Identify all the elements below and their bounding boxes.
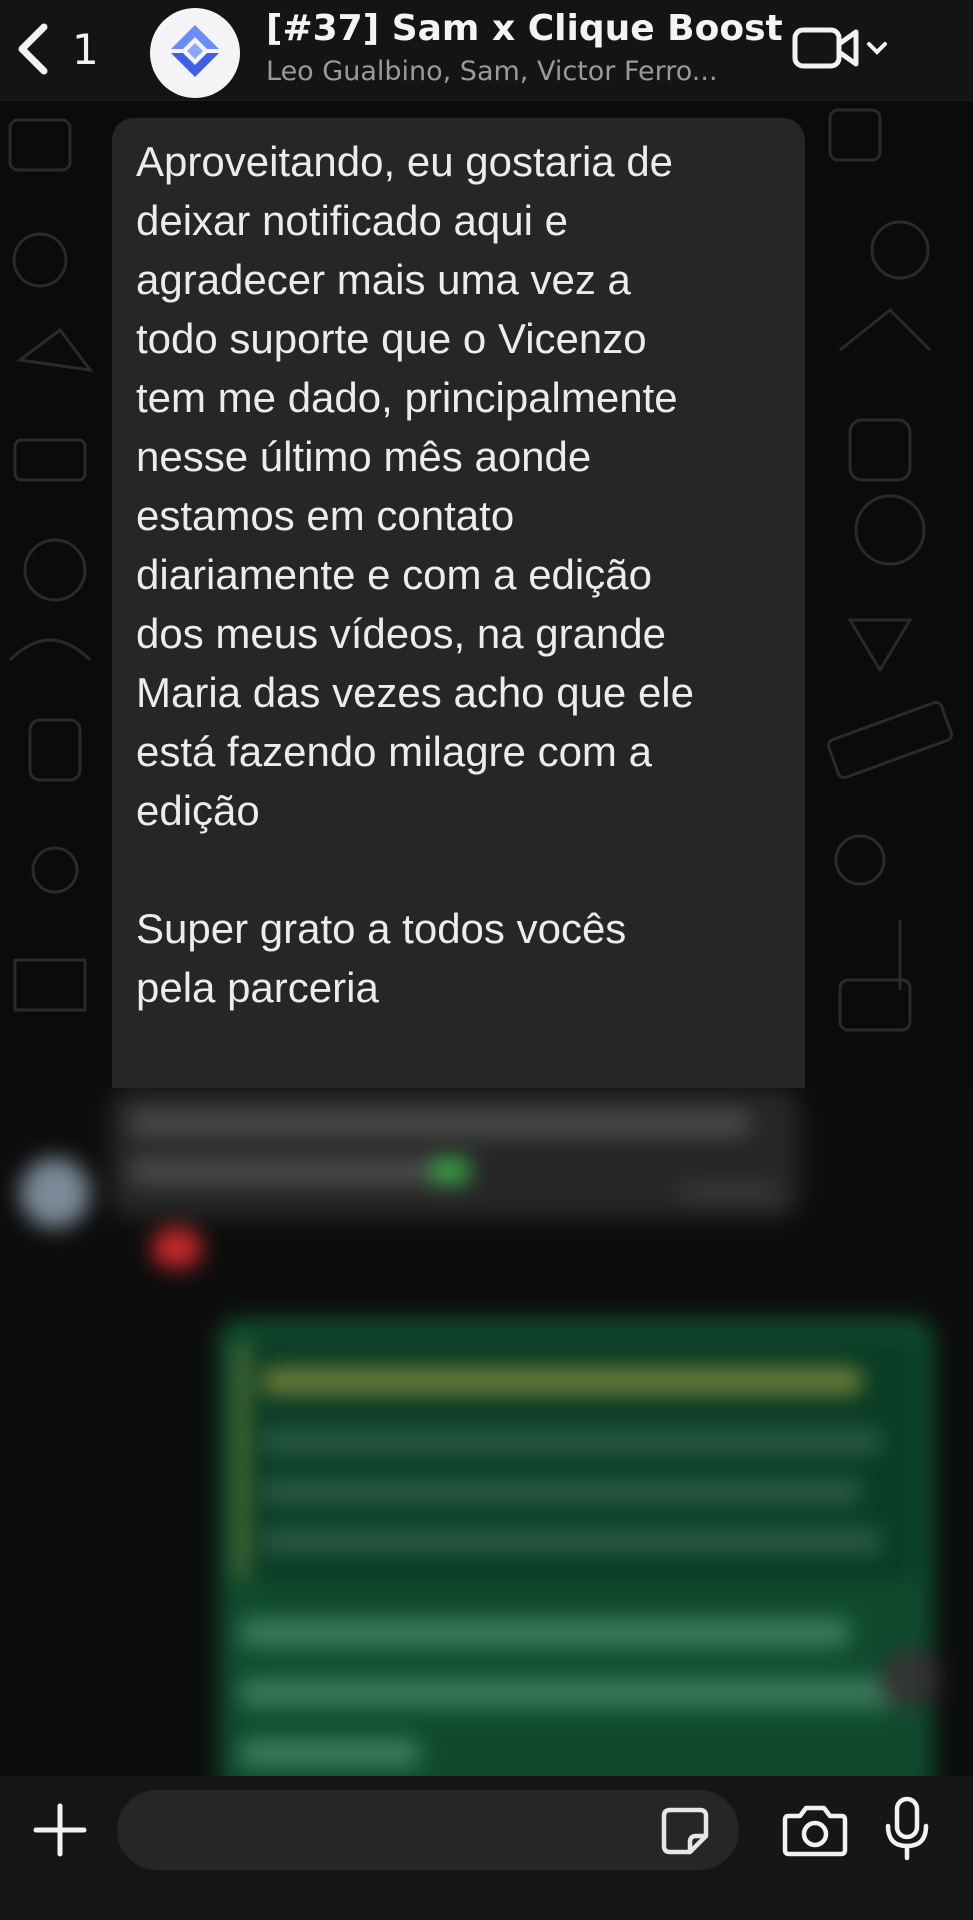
- message-input[interactable]: [117, 1790, 739, 1870]
- attach-button[interactable]: [30, 1800, 90, 1860]
- chevron-left-icon: [14, 23, 50, 75]
- chat-title[interactable]: [#37] Sam x Clique Boost: [266, 8, 786, 49]
- camera-icon: [782, 1805, 848, 1862]
- blurred-messages: [0, 1088, 973, 1788]
- camera-button[interactable]: [782, 1802, 848, 1858]
- chat-header: 1 [#37] Sam x Clique Boost Leo Gualbino,…: [0, 0, 973, 101]
- microphone-icon: [882, 1796, 932, 1866]
- microphone-button[interactable]: [882, 1796, 932, 1862]
- back-button[interactable]: 1: [14, 18, 114, 80]
- video-call-button[interactable]: [792, 24, 888, 76]
- video-camera-icon: [792, 24, 862, 76]
- composer-bar: [0, 1776, 973, 1920]
- plus-icon: [30, 1803, 90, 1864]
- sticker-icon: [660, 1807, 710, 1860]
- group-avatar[interactable]: [150, 8, 240, 98]
- chat-members[interactable]: Leo Gualbino, Sam, Victor Ferro...: [266, 56, 766, 87]
- chevron-down-icon: [866, 40, 888, 60]
- clique-boost-logo: [165, 21, 225, 85]
- focused-message-bubble[interactable]: Aproveitando, eu gostaria de deixar noti…: [112, 118, 805, 1118]
- sticker-button[interactable]: [660, 1806, 710, 1856]
- unread-count: 1: [72, 24, 99, 74]
- message-text: Aproveitando, eu gostaria de deixar noti…: [136, 138, 694, 1011]
